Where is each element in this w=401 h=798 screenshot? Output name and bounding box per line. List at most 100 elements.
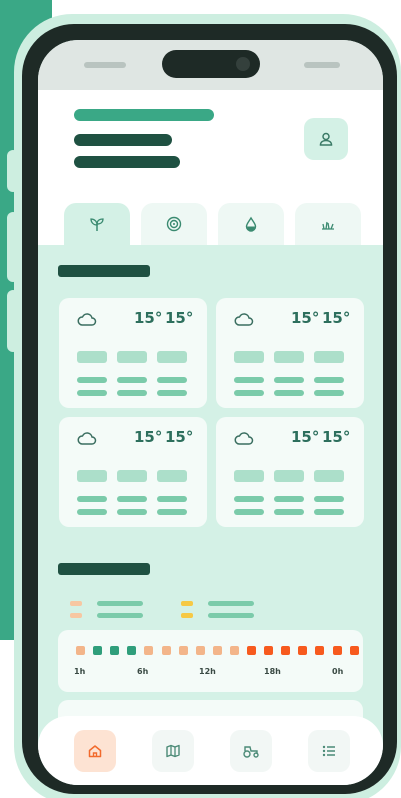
timeline-cell [195,646,205,655]
legend-label-placeholder [97,601,143,606]
temp-low: 15° [322,309,351,327]
placeholder-line [274,377,304,383]
placeholder-block [117,470,147,482]
placeholder-block [234,470,264,482]
placeholder-line [234,377,264,383]
legend-swatch [181,601,193,606]
timeline-cell [247,646,256,655]
timeline-cell [161,646,171,655]
tab-water[interactable] [218,203,284,245]
status-bar [38,40,383,90]
placeholder-line [157,390,187,396]
placeholder-line [314,509,344,515]
placeholder-line [314,377,344,383]
phone-side-button [7,290,19,352]
placeholder-line [77,496,107,502]
bottom-navigation [38,716,383,785]
placeholder-line [117,509,147,515]
placeholder-line [274,390,304,396]
temp-high: 15° [134,309,163,327]
cloud-icon [77,313,97,326]
nav-map[interactable] [152,730,194,772]
legend-swatch [181,613,193,618]
placeholder-block [157,351,187,363]
timeline-cell [349,646,359,655]
status-indicator [84,62,126,68]
weather-card[interactable]: 15° 15° [216,417,364,527]
legend-swatch [70,601,82,606]
placeholder-block [77,470,107,482]
subtitle-placeholder [74,156,180,168]
legend-swatch [70,613,82,618]
placeholder-block [274,351,304,363]
timeline-label: 1h [74,667,86,676]
user-icon [319,132,333,146]
placeholder-line [274,509,304,515]
phone-side-button [7,212,19,282]
weather-card[interactable]: 15° 15° [216,298,364,408]
placeholder-line [234,509,264,515]
placeholder-line [117,390,147,396]
timeline-cell [110,646,120,655]
placeholder-line [157,377,187,383]
timeline-cell [229,646,239,655]
app-screenshot: 15° 15° 15° 15° 15° 15° 15° 15° 1h 6h 12… [0,0,401,798]
placeholder-line [157,509,187,515]
camera-icon [236,57,250,71]
nav-list[interactable] [308,730,350,772]
sprout-icon [90,218,104,231]
timeline-cell [76,646,85,655]
timeline-cell [144,646,154,655]
timeline-cell [93,646,103,655]
legend-label-placeholder [97,613,143,618]
placeholder-line [117,496,147,502]
drop-icon [245,216,257,232]
title-placeholder [74,109,214,121]
cloud-icon [77,432,97,445]
temp-high: 15° [291,309,320,327]
placeholder-line [274,496,304,502]
timeline-cell [281,646,291,655]
placeholder-block [314,470,344,482]
placeholder-line [157,496,187,502]
cloud-icon [234,313,254,326]
placeholder-line [234,390,264,396]
placeholder-line [77,390,107,396]
temp-low: 15° [165,309,194,327]
status-indicator [304,62,340,68]
timeline-label: 12h [199,667,216,676]
placeholder-block [157,470,187,482]
map-icon [166,744,180,758]
dynamic-island [162,50,260,78]
weather-card[interactable]: 15° 15° [59,298,207,408]
timeline-label: 6h [137,667,149,676]
legend-label-placeholder [208,601,254,606]
timeline-cell [127,646,137,655]
tab-target[interactable] [141,203,207,245]
subtitle-placeholder [74,134,172,146]
temp-low: 15° [322,428,351,446]
timeline-label: 0h [332,667,344,676]
hourly-timeline[interactable]: 1h 6h 12h 18h 0h [58,630,363,692]
placeholder-block [274,470,304,482]
cloud-icon [234,432,254,445]
profile-button[interactable] [304,118,348,160]
timeline-cell [212,646,222,655]
phone-screen: 15° 15° 15° 15° 15° 15° 15° 15° 1h 6h 12… [38,40,383,785]
weather-card[interactable]: 15° 15° [59,417,207,527]
grass-icon [322,221,334,230]
placeholder-line [77,377,107,383]
temp-low: 15° [165,428,194,446]
nav-home[interactable] [74,730,116,772]
tractor-icon [243,746,259,758]
tab-grass[interactable] [295,203,361,245]
placeholder-line [117,377,147,383]
nav-tractor[interactable] [230,730,272,772]
home-icon [88,745,102,758]
placeholder-block [314,351,344,363]
tab-sprout[interactable] [64,203,130,245]
placeholder-line [234,496,264,502]
timeline-cell [178,646,188,655]
placeholder-line [314,390,344,396]
section-title-placeholder [58,563,150,575]
